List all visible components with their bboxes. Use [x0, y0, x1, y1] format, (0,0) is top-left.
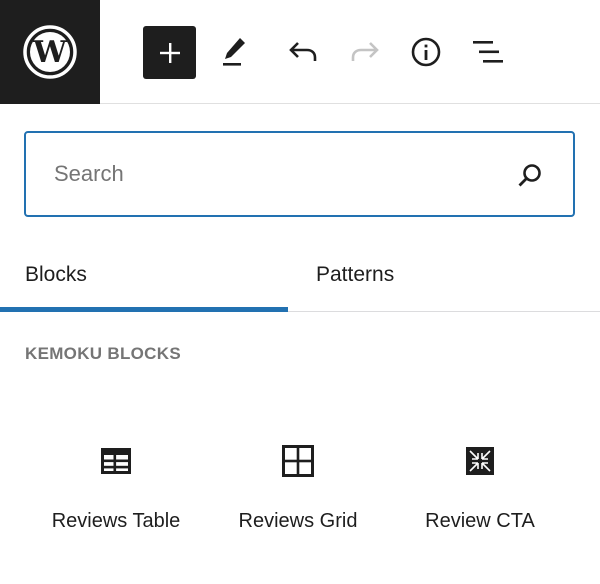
- edit-tools-button[interactable]: [209, 26, 261, 78]
- block-inserter-panel: Blocks Patterns KEMOKU BLOCKS Reviews Ta…: [0, 104, 600, 584]
- block-label-reviews-grid: Reviews Grid: [238, 510, 358, 532]
- tab-patterns[interactable]: Patterns: [316, 238, 600, 311]
- pencil-icon: [223, 38, 245, 66]
- undo-button[interactable]: [277, 26, 329, 78]
- plus-icon: [159, 42, 180, 63]
- search-field[interactable]: [24, 131, 575, 217]
- list-view-button[interactable]: [462, 26, 514, 78]
- block-item-reviews-table[interactable]: Reviews Table: [26, 426, 206, 536]
- tab-blocks-label: Blocks: [25, 262, 87, 286]
- tab-patterns-label: Patterns: [316, 262, 395, 286]
- inserter-tabs: Blocks Patterns: [0, 238, 600, 312]
- search-icon[interactable]: [517, 162, 543, 188]
- add-block-button[interactable]: [143, 26, 196, 79]
- list-view-icon: [473, 41, 503, 63]
- wordpress-logo-icon: W: [23, 25, 77, 79]
- table-icon: [99, 444, 133, 478]
- undo-icon: [289, 42, 317, 61]
- redo-icon: [351, 42, 379, 61]
- block-category-title: KEMOKU BLOCKS: [25, 344, 181, 363]
- block-item-review-cta[interactable]: Review CTA: [390, 426, 570, 536]
- editor-toolbar: W: [0, 0, 600, 104]
- block-item-reviews-grid[interactable]: Reviews Grid: [208, 426, 388, 536]
- cta-icon: [463, 444, 497, 478]
- block-label-reviews-table: Reviews Table: [51, 510, 181, 532]
- redo-button[interactable]: [339, 26, 391, 78]
- grid-icon: [281, 444, 315, 478]
- details-button[interactable]: [400, 26, 452, 78]
- wordpress-logo-button[interactable]: W: [0, 0, 100, 104]
- tab-blocks[interactable]: Blocks: [0, 238, 288, 312]
- svg-text:W: W: [32, 35, 68, 70]
- search-input[interactable]: [54, 133, 494, 215]
- block-label-review-cta: Review CTA: [425, 510, 535, 532]
- info-icon: [411, 37, 441, 67]
